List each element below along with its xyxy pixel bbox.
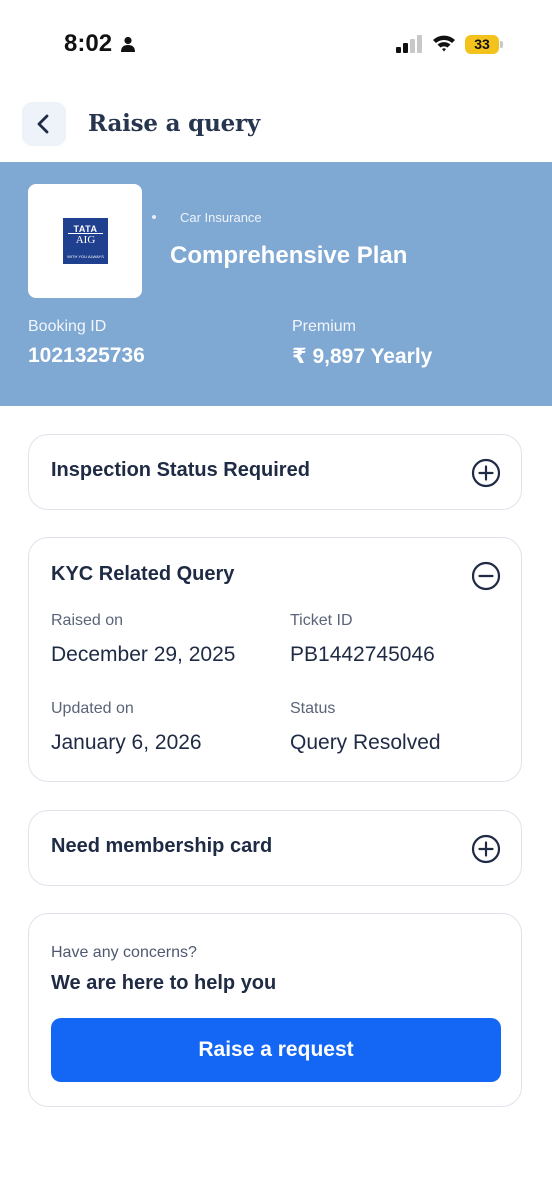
ticket-id-value: PB1442745046 xyxy=(290,643,435,666)
page-title: Raise a query xyxy=(88,110,261,137)
status-label: Status xyxy=(290,700,336,717)
help-title: We are here to help you xyxy=(51,972,277,994)
back-button[interactable] xyxy=(22,102,66,146)
status-time: 8:02 xyxy=(64,30,113,57)
status-bar: 8:02 33 xyxy=(0,0,552,90)
bullet-dot xyxy=(152,215,156,219)
battery-level: 33 xyxy=(474,36,490,52)
help-card: Have any concerns? We are here to help y… xyxy=(28,913,522,1107)
query-title: Inspection Status Required xyxy=(51,459,310,481)
query-title: Need membership card xyxy=(51,835,273,857)
query-card-kyc[interactable]: KYC Related Query Raised on December 29,… xyxy=(28,537,522,782)
raised-on-value: December 29, 2025 xyxy=(51,643,236,666)
query-card-inspection[interactable]: Inspection Status Required xyxy=(28,434,522,510)
updated-on-value: January 6, 2026 xyxy=(51,731,202,754)
battery-indicator: 33 xyxy=(465,35,499,54)
premium-label: Premium xyxy=(292,318,357,335)
person-icon xyxy=(121,36,135,52)
wifi-icon xyxy=(433,35,455,52)
ticket-id-label: Ticket ID xyxy=(290,612,353,629)
status-value: Query Resolved xyxy=(290,731,441,754)
signal-icon xyxy=(396,35,422,53)
logo-name: AIG xyxy=(75,234,96,246)
raise-request-button[interactable]: Raise a request xyxy=(51,1018,501,1082)
minus-circle-icon[interactable] xyxy=(471,561,501,591)
query-card-membership[interactable]: Need membership card xyxy=(28,810,522,886)
query-title: KYC Related Query xyxy=(51,563,235,585)
plus-circle-icon[interactable] xyxy=(471,834,501,864)
booking-id-value: 1021325736 xyxy=(28,344,145,367)
updated-on-label: Updated on xyxy=(51,700,134,717)
back-arrow-icon xyxy=(37,114,49,134)
policy-banner: TATA AIG WITH YOU ALWAYS Car Insurance C… xyxy=(0,162,552,406)
policy-category: Car Insurance xyxy=(180,210,262,225)
help-subtitle: Have any concerns? xyxy=(51,944,197,961)
raised-on-label: Raised on xyxy=(51,612,124,629)
premium-value: ₹ 9,897 Yearly xyxy=(292,345,433,368)
booking-id-label: Booking ID xyxy=(28,318,107,335)
battery-tip xyxy=(500,41,503,48)
plus-circle-icon[interactable] xyxy=(471,458,501,488)
insurer-logo: TATA AIG WITH YOU ALWAYS xyxy=(28,184,142,298)
tata-aig-logo: TATA AIG WITH YOU ALWAYS xyxy=(63,218,108,264)
logo-tagline: WITH YOU ALWAYS xyxy=(67,254,104,259)
plan-name: Comprehensive Plan xyxy=(170,242,408,269)
